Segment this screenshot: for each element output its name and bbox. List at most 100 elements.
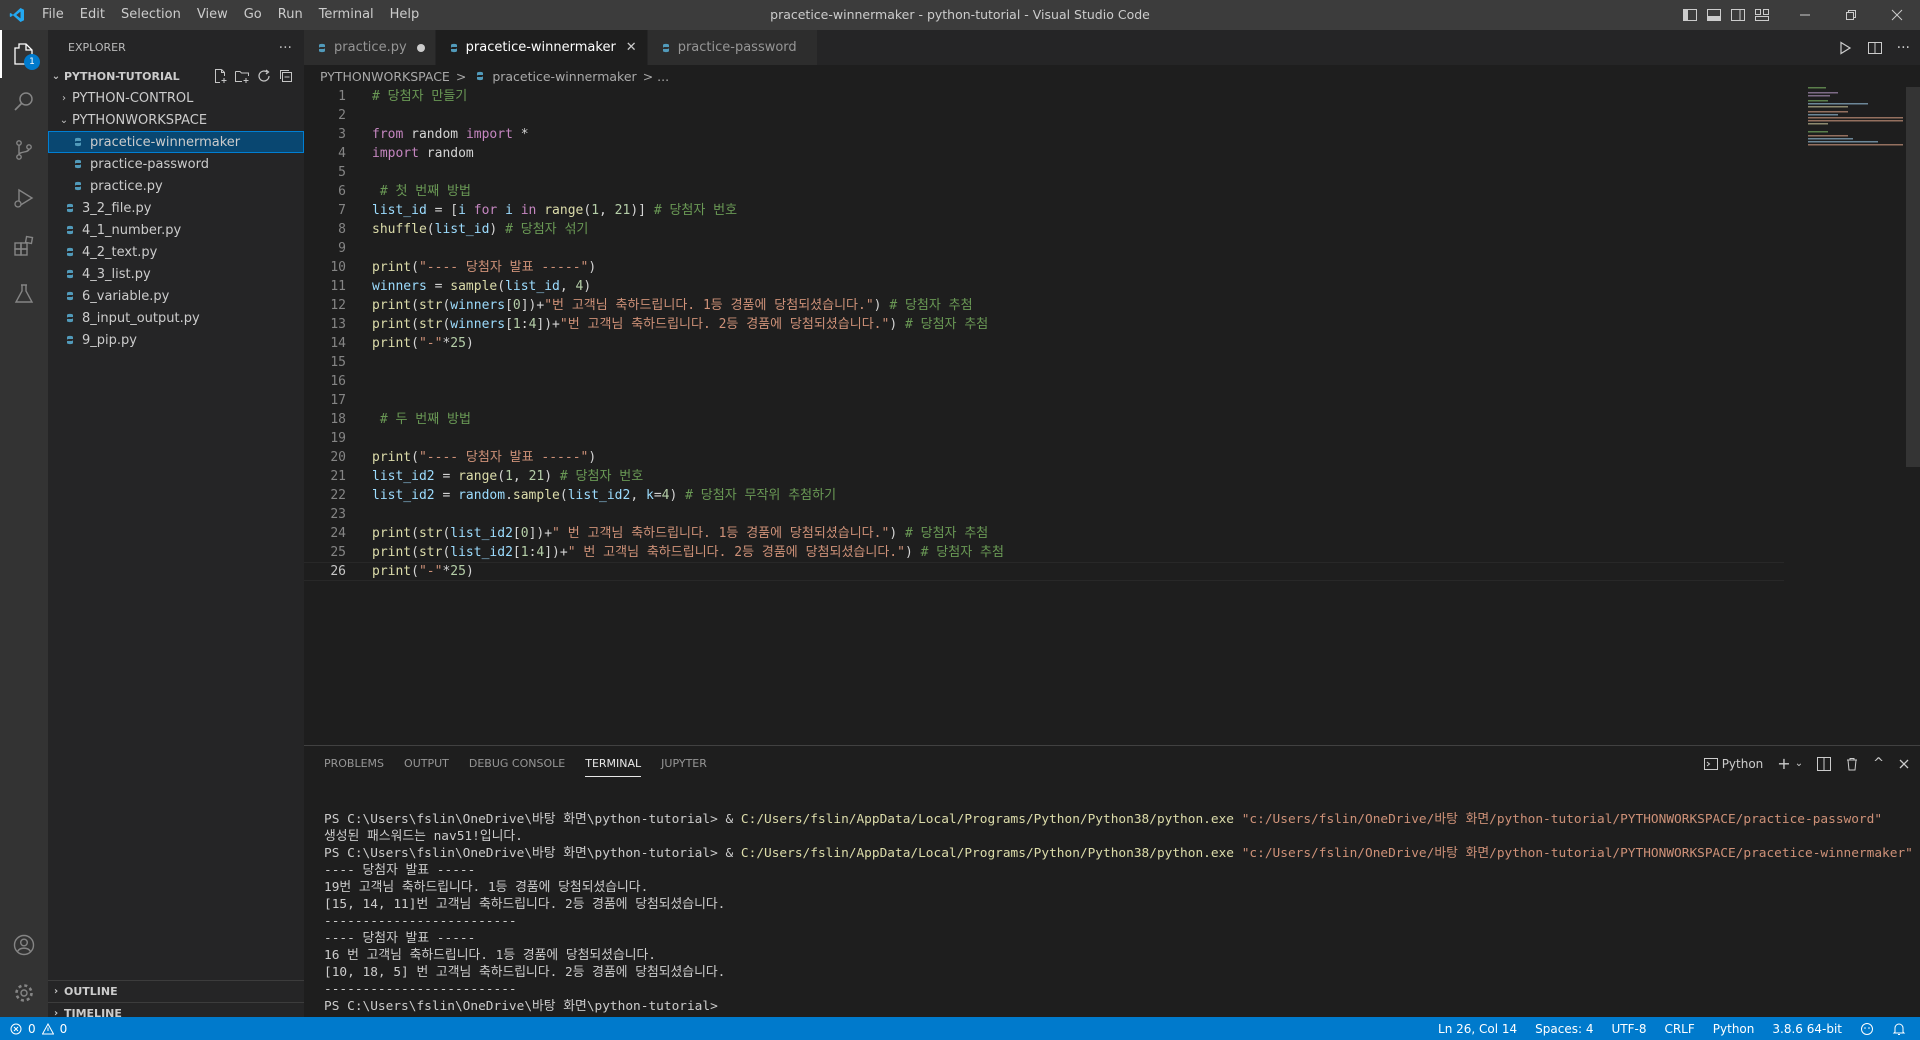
minimize-icon[interactable] bbox=[1782, 0, 1828, 30]
problems-status[interactable]: 0 0 bbox=[0, 1022, 67, 1036]
code-line[interactable]: 24 print(str(list_id2[0])+" 번 고객님 축하드립니다.… bbox=[304, 524, 1784, 543]
outline-section[interactable]: › OUTLINE bbox=[48, 980, 304, 1002]
breadcrumb-file[interactable]: pracetice-winnermaker bbox=[492, 69, 636, 84]
code-line[interactable]: 12 print(str(winners[0])+"번 고객님 축하드립니다. 1… bbox=[304, 296, 1784, 315]
refresh-icon[interactable] bbox=[256, 68, 272, 84]
panel-tab-jupyter[interactable]: JUPYTER bbox=[661, 751, 707, 776]
code-line[interactable]: 11 winners = sample(list_id, 4) bbox=[304, 277, 1784, 296]
code-line[interactable]: 26 print("-"*25) bbox=[304, 562, 1784, 581]
python-interpreter[interactable]: 3.8.6 64-bit bbox=[1772, 1022, 1842, 1036]
accounts-icon[interactable] bbox=[0, 921, 48, 969]
tree-file[interactable]: 4_3_list.py bbox=[48, 263, 304, 285]
menu-item-terminal[interactable]: Terminal bbox=[311, 0, 382, 30]
code-line[interactable]: 7 list_id = [i for i in range(1, 21)] # 당… bbox=[304, 201, 1784, 220]
breadcrumb-more[interactable]: > ... bbox=[643, 69, 669, 84]
panel-tab-terminal[interactable]: TERMINAL bbox=[585, 751, 642, 777]
collapse-all-icon[interactable] bbox=[278, 68, 294, 84]
new-folder-icon[interactable] bbox=[234, 68, 250, 84]
menu-item-edit[interactable]: Edit bbox=[72, 0, 113, 30]
code-line[interactable]: 4 import random bbox=[304, 144, 1784, 163]
encoding[interactable]: UTF-8 bbox=[1611, 1022, 1646, 1036]
menu-item-go[interactable]: Go bbox=[236, 0, 270, 30]
kill-terminal-icon[interactable] bbox=[1845, 757, 1859, 771]
manage-gear-icon[interactable] bbox=[0, 969, 48, 1017]
code-line[interactable]: 18 # 두 번째 방법 bbox=[304, 410, 1784, 429]
close-tab-icon[interactable]: ✕ bbox=[626, 40, 637, 55]
terminal-output[interactable]: PS C:\Users\fslin\OneDrive\바탕 화면\python-… bbox=[324, 811, 1913, 1015]
code-line[interactable]: 1 # 당첨자 만들기 bbox=[304, 87, 1784, 106]
vertical-scrollbar[interactable] bbox=[1906, 87, 1920, 742]
menu-item-selection[interactable]: Selection bbox=[113, 0, 189, 30]
tree-file[interactable]: 8_input_output.py bbox=[48, 307, 304, 329]
code-line[interactable]: 16 bbox=[304, 372, 1784, 391]
menu-item-view[interactable]: View bbox=[189, 0, 236, 30]
chevron-down-icon[interactable]: ⌄ bbox=[1795, 758, 1803, 769]
editor-tab[interactable]: practice-password bbox=[647, 30, 818, 65]
menu-item-help[interactable]: Help bbox=[382, 0, 428, 30]
restore-icon[interactable] bbox=[1828, 0, 1874, 30]
breadcrumb-folder[interactable]: PYTHONWORKSPACE bbox=[320, 69, 450, 84]
panel-tab-debug-console[interactable]: DEBUG CONSOLE bbox=[469, 751, 565, 776]
menu-item-file[interactable]: File bbox=[34, 0, 72, 30]
run-python-file-icon[interactable] bbox=[1837, 40, 1853, 56]
code-line[interactable]: 21 list_id2 = range(1, 21) # 당첨자 번호 bbox=[304, 467, 1784, 486]
workspace-root[interactable]: ⌄ PYTHON-TUTORIAL bbox=[48, 65, 304, 87]
customize-layout-icon[interactable] bbox=[1754, 7, 1770, 23]
toggle-panel-icon[interactable] bbox=[1706, 7, 1722, 23]
tree-file[interactable]: 6_variable.py bbox=[48, 285, 304, 307]
indentation[interactable]: Spaces: 4 bbox=[1535, 1022, 1593, 1036]
tree-file[interactable]: 4_2_text.py bbox=[48, 241, 304, 263]
tree-file[interactable]: practice.py bbox=[48, 175, 304, 197]
code-line[interactable]: 15 bbox=[304, 353, 1784, 372]
code-line[interactable]: 20 print("---- 당첨자 발표 -----") bbox=[304, 448, 1784, 467]
tree-folder[interactable]: ⌄ PYTHONWORKSPACE bbox=[48, 109, 304, 131]
tree-file[interactable]: 4_1_number.py bbox=[48, 219, 304, 241]
toggle-primary-sidebar-icon[interactable] bbox=[1682, 7, 1698, 23]
notifications-bell-icon[interactable] bbox=[1892, 1022, 1906, 1036]
run-debug-icon[interactable] bbox=[0, 174, 48, 222]
code-line[interactable]: 14 print("-"*25) bbox=[304, 334, 1784, 353]
source-control-icon[interactable] bbox=[0, 126, 48, 174]
explorer-icon[interactable]: 1 bbox=[0, 30, 48, 78]
code-line[interactable]: 25 print(str(list_id2[1:4])+" 번 고객님 축하드립니… bbox=[304, 543, 1784, 562]
close-window-icon[interactable] bbox=[1874, 0, 1920, 30]
tree-file[interactable]: practice-password bbox=[48, 153, 304, 175]
code-line[interactable]: 6 # 첫 번째 방법 bbox=[304, 182, 1784, 201]
code-line[interactable]: 3 from random import * bbox=[304, 125, 1784, 144]
search-icon[interactable] bbox=[0, 78, 48, 126]
split-terminal-icon[interactable] bbox=[1817, 756, 1832, 771]
code-line[interactable]: 8 shuffle(list_id) # 당첨자 섞기 bbox=[304, 220, 1784, 239]
code-editor[interactable]: 1 # 당첨자 만들기 2 3 from random import * 4 import … bbox=[304, 87, 1784, 742]
feedback-icon[interactable] bbox=[1860, 1022, 1874, 1036]
new-terminal-icon[interactable]: + bbox=[1777, 754, 1790, 773]
code-line[interactable]: 22 list_id2 = random.sample(list_id2, k=4… bbox=[304, 486, 1784, 505]
code-line[interactable]: 19 bbox=[304, 429, 1784, 448]
editor-tab[interactable]: practice.py bbox=[304, 30, 436, 65]
vscode-logo-icon[interactable] bbox=[0, 0, 34, 30]
panel-tab-output[interactable]: OUTPUT bbox=[404, 751, 449, 776]
tree-file[interactable]: pracetice-winnermaker bbox=[48, 131, 304, 153]
tree-file[interactable]: 3_2_file.py bbox=[48, 197, 304, 219]
editor-tab[interactable]: pracetice-winnermaker ✕ bbox=[435, 30, 648, 65]
end-of-line[interactable]: CRLF bbox=[1664, 1022, 1694, 1036]
scrollbar-thumb[interactable] bbox=[1906, 87, 1920, 467]
extensions-icon[interactable] bbox=[0, 222, 48, 270]
more-actions-icon[interactable]: ··· bbox=[1897, 40, 1910, 56]
testing-icon[interactable] bbox=[0, 270, 48, 318]
unsaved-dot-icon[interactable] bbox=[416, 43, 425, 52]
language-mode[interactable]: Python bbox=[1713, 1022, 1755, 1036]
cursor-position[interactable]: Ln 26, Col 14 bbox=[1438, 1022, 1517, 1036]
split-editor-icon[interactable] bbox=[1867, 40, 1883, 56]
code-line[interactable]: 9 bbox=[304, 239, 1784, 258]
toggle-secondary-sidebar-icon[interactable] bbox=[1730, 7, 1746, 23]
code-line[interactable]: 5 bbox=[304, 163, 1784, 182]
code-line[interactable]: 17 bbox=[304, 391, 1784, 410]
panel-tab-problems[interactable]: PROBLEMS bbox=[324, 751, 384, 776]
new-file-icon[interactable] bbox=[212, 68, 228, 84]
minimap[interactable] bbox=[1808, 87, 1908, 147]
tree-file[interactable]: 9_pip.py bbox=[48, 329, 304, 351]
code-line[interactable]: 13 print(str(winners[1:4])+"번 고객님 축하드립니다.… bbox=[304, 315, 1784, 334]
terminal-shell-selector[interactable]: Python bbox=[1703, 757, 1763, 771]
more-actions-icon[interactable]: ··· bbox=[279, 40, 292, 56]
code-line[interactable]: 2 bbox=[304, 106, 1784, 125]
